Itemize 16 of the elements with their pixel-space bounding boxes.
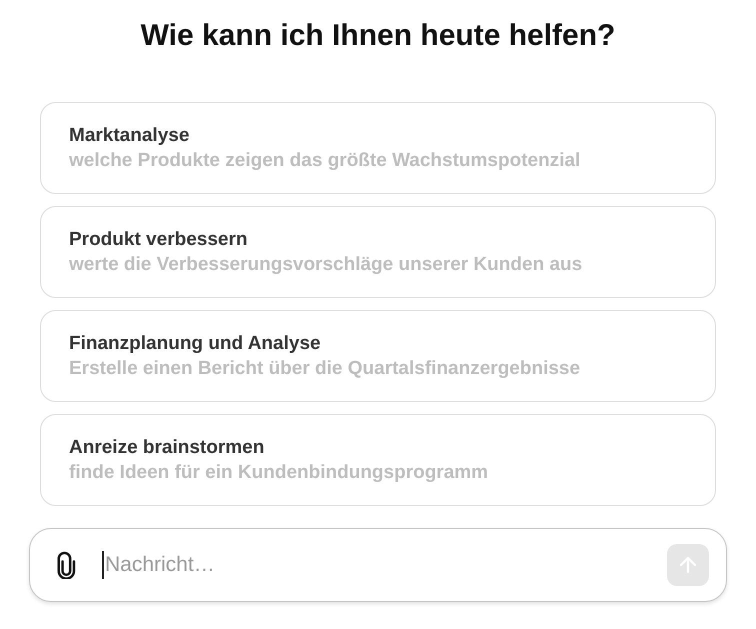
- message-field[interactable]: Nachricht…: [29, 528, 727, 602]
- suggestion-prompt: welche Produkte zeigen das größte Wachstumspotenzial: [69, 150, 580, 172]
- suggestion-card[interactable]: Produkt verbessern werte die Verbesserungsvorschläge unserer Kunden aus: [40, 206, 716, 298]
- suggestion-prompt: werte die Verbesserungsvorschläge unserer Kunden aus: [69, 254, 582, 276]
- suggestion-title: Anreize brainstormen: [69, 437, 264, 459]
- suggestion-card[interactable]: Finanzplanung und Analyse Erstelle einen Bericht über die Quartalsfinanzergebnisse: [40, 310, 716, 402]
- suggestion-prompt: finde Ideen für ein Kundenbindungsprogramm: [69, 462, 488, 484]
- suggestion-card[interactable]: Anreize brainstormen finde Ideen für ein Kundenbindungsprogramm: [40, 414, 716, 506]
- suggestion-title: Finanzplanung und Analyse: [69, 333, 321, 355]
- message-input[interactable]: Nachricht…: [102, 551, 645, 579]
- suggestion-card[interactable]: Marktanalyse welche Produkte zeigen das größte Wachstumspotenzial: [40, 102, 716, 194]
- page-heading: Wie kann ich Ihnen heute helfen?: [140, 18, 616, 54]
- suggestion-prompt: Erstelle einen Bericht über die Quartalsfinanzergebnisse: [69, 358, 580, 380]
- suggestion-title: Marktanalyse: [69, 125, 190, 147]
- arrow-up-icon: [678, 555, 698, 575]
- suggestion-title: Produkt verbessern: [69, 229, 248, 251]
